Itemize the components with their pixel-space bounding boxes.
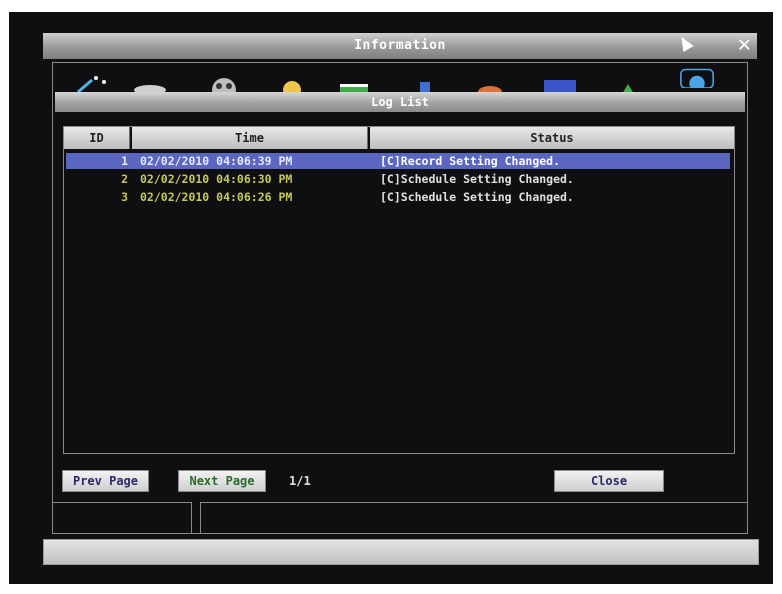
menu-icon-toolbar — [52, 66, 746, 94]
table-row[interactable]: 3 02/02/2010 04:06:26 PM [C]Schedule Set… — [66, 189, 730, 205]
column-header-time[interactable]: Time — [132, 127, 368, 149]
document-icon[interactable] — [404, 74, 444, 94]
row-id: 1 — [121, 154, 128, 168]
film-reel-icon[interactable] — [204, 74, 244, 94]
spreadsheet-icon[interactable] — [334, 74, 374, 94]
bottom-panel-left — [52, 502, 192, 534]
status-bar — [43, 539, 759, 565]
prev-page-button[interactable]: Prev Page — [62, 470, 149, 492]
next-page-button[interactable]: Next Page — [178, 470, 266, 492]
bottom-panel-right — [200, 502, 748, 534]
information-window-title: Information — [354, 38, 446, 53]
page-indicator: 1/1 — [289, 474, 311, 488]
information-window-titlebar: Information ✕ — [43, 33, 757, 59]
column-header-status[interactable]: Status — [370, 127, 734, 149]
info-globe-icon[interactable] — [674, 68, 720, 88]
column-header-id[interactable]: ID — [64, 127, 130, 149]
row-time: 02/02/2010 04:06:26 PM — [140, 190, 293, 204]
row-id: 2 — [121, 172, 128, 186]
row-status: [C]Record Setting Changed. — [380, 154, 561, 168]
window-close-icon[interactable]: ✕ — [738, 34, 751, 56]
wand-icon[interactable] — [72, 74, 112, 94]
close-button[interactable]: Close — [554, 470, 664, 492]
row-time: 02/02/2010 04:06:30 PM — [140, 172, 293, 186]
hdd-icon[interactable] — [470, 74, 510, 94]
log-list-titlebar: Log List — [55, 92, 745, 112]
log-table: ID Time Status 1 02/02/2010 04:06:39 PM … — [63, 126, 735, 454]
table-row[interactable]: 1 02/02/2010 04:06:39 PM [C]Record Setti… — [66, 153, 730, 169]
log-list-title: Log List — [371, 95, 429, 109]
row-time: 02/02/2010 04:06:39 PM — [140, 154, 293, 168]
monitor-icon[interactable] — [540, 74, 580, 94]
eye-icon[interactable] — [130, 74, 170, 94]
row-id: 3 — [121, 190, 128, 204]
log-list-dialog: Log List ID Time Status 1 02/02/2010 04:… — [55, 92, 745, 500]
bulb-icon[interactable] — [272, 74, 312, 94]
row-status: [C]Schedule Setting Changed. — [380, 190, 574, 204]
network-icon[interactable] — [608, 74, 648, 94]
table-row[interactable]: 2 02/02/2010 04:06:30 PM [C]Schedule Set… — [66, 171, 730, 187]
row-status: [C]Schedule Setting Changed. — [380, 172, 574, 186]
